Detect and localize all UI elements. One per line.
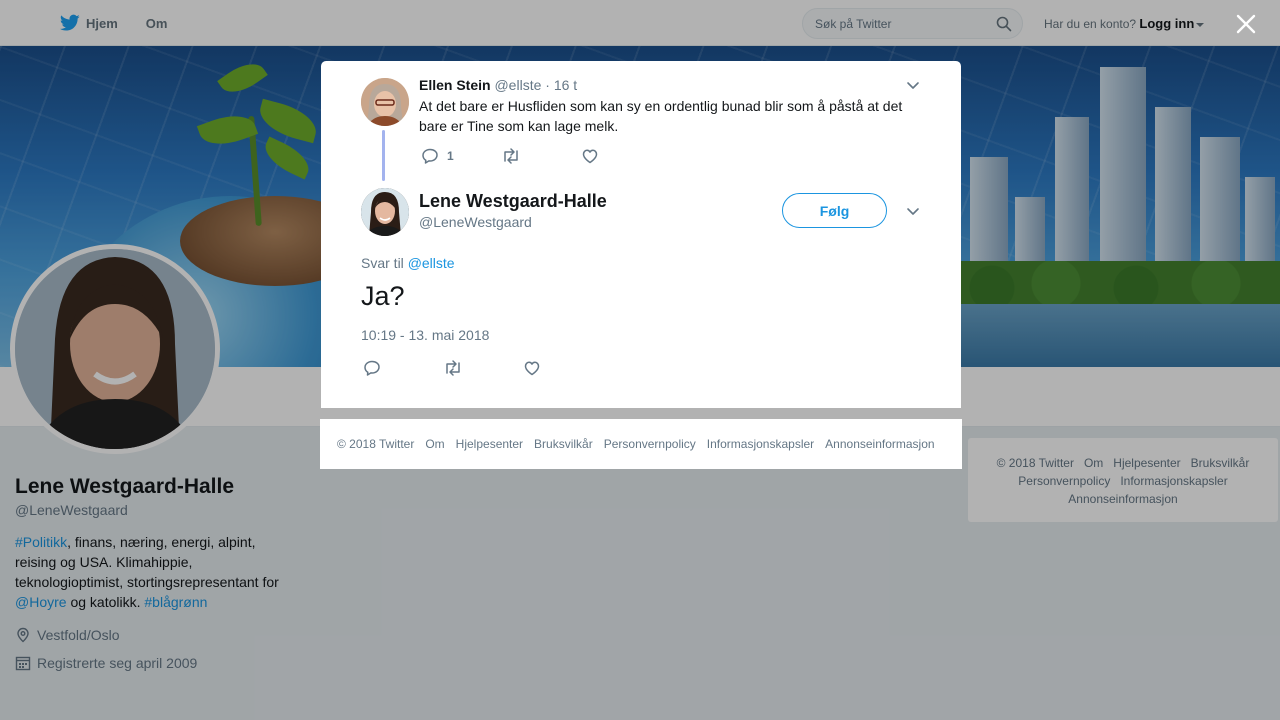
footer-copyright: © 2018 Twitter [337, 437, 415, 451]
thread-connector [382, 130, 385, 181]
close-icon[interactable] [1234, 12, 1258, 36]
like-button[interactable] [523, 359, 603, 377]
reply-count: 1 [447, 149, 454, 163]
author-name[interactable]: Lene Westgaard-Halle [419, 191, 607, 212]
ancestor-header: Ellen Stein @ellste · 16 t [419, 77, 578, 93]
footer-link-privacy[interactable]: Personvernpolicy [604, 437, 696, 451]
reply-context: Svar til @ellste [361, 255, 455, 271]
ancestor-time[interactable]: 16 t [554, 77, 577, 93]
footer-link-terms[interactable]: Bruksvilkår [534, 437, 593, 451]
heart-icon [524, 361, 540, 376]
reply-button[interactable]: 1 [421, 147, 501, 165]
ancestor-tweet-text: At det bare er Husfliden som kan sy en o… [419, 98, 903, 134]
heart-icon [582, 149, 598, 164]
retweet-button[interactable] [443, 359, 523, 377]
reply-button[interactable] [363, 359, 443, 377]
footer-link-ads[interactable]: Annonseinformasjon [825, 437, 934, 451]
follow-button[interactable]: Følg [782, 193, 887, 228]
ancestor-actions: 1 [421, 147, 661, 165]
chevron-down-icon[interactable] [905, 203, 921, 219]
chevron-down-icon[interactable] [905, 77, 921, 93]
ancestor-name[interactable]: Ellen Stein [419, 77, 491, 93]
retweet-button[interactable] [501, 147, 581, 165]
modal-footer: © 2018 Twitter Om Hjelpesenter Bruksvilk… [320, 419, 962, 469]
ancestor-handle[interactable]: @ellste [494, 77, 541, 93]
footer-link-help[interactable]: Hjelpesenter [456, 437, 523, 451]
tweet-text: Ja? [361, 281, 405, 311]
retweet-icon [446, 360, 460, 376]
reply-icon [364, 360, 380, 376]
footer-link-about[interactable]: Om [425, 437, 444, 451]
reply-icon [422, 148, 438, 164]
tweet-modal: Ellen Stein @ellste · 16 t At det bare e… [321, 61, 961, 408]
ancestor-avatar[interactable] [361, 78, 409, 126]
author-avatar[interactable] [361, 188, 409, 236]
retweet-icon [504, 148, 518, 164]
tweet-actions [363, 359, 603, 377]
author-handle[interactable]: @LeneWestgaard [419, 214, 532, 230]
tweet-timestamp[interactable]: 10:19 - 13. mai 2018 [361, 327, 489, 343]
reply-to-mention[interactable]: @ellste [408, 255, 455, 271]
footer-link-cookies[interactable]: Informasjonskapsler [707, 437, 814, 451]
like-button[interactable] [581, 147, 661, 165]
